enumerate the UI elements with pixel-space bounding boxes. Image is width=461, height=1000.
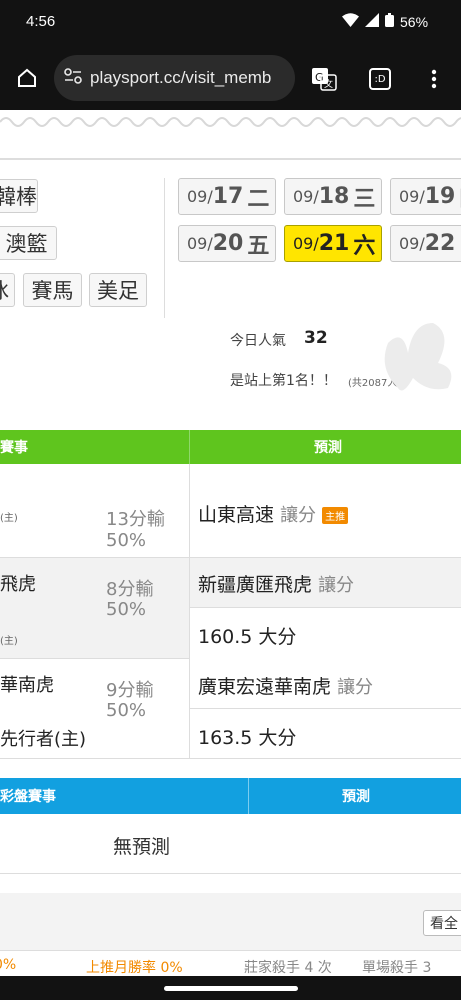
date-0921-selected[interactable]: 09/ 21 六 (284, 225, 382, 262)
navigation-bar (0, 976, 461, 1000)
prediction-type: 讓分 (337, 677, 374, 698)
filter-divider (164, 178, 165, 318)
date-0919[interactable]: 09/ 19 四 (390, 178, 461, 215)
sport-australian-basketball[interactable]: 澳籃 (0, 226, 57, 260)
date-weekday: 三 (353, 186, 376, 212)
sport-korean-baseball[interactable]: 韓棒 (0, 179, 38, 213)
url-field[interactable]: playsport.cc/visit_memb (54, 55, 295, 101)
date-month: 09/ (293, 187, 319, 206)
popularity-label: 今日人氣 (230, 333, 286, 349)
col-prediction: 預測 (342, 789, 370, 805)
prediction-total: 163.5 大分 (198, 727, 297, 749)
odds-percent: 50% (106, 599, 147, 620)
wifi-icon (342, 13, 359, 30)
svg-text:G: G (315, 71, 324, 84)
date-weekday: 二 (247, 186, 270, 212)
site-settings-icon[interactable] (64, 67, 82, 89)
prediction-team: 廣東宏遠華南虎 (198, 676, 332, 698)
date-weekday: 五 (247, 233, 270, 259)
date-day: 18 (318, 184, 350, 209)
battery-icon (385, 13, 394, 30)
view-all-button[interactable]: 看全 (423, 910, 461, 936)
prediction: 山東高速 讓分 主推 (198, 500, 349, 527)
home-icon[interactable] (12, 63, 42, 93)
team-home: (主) (0, 636, 18, 647)
date-0922[interactable]: 09/ 22 日 (390, 225, 461, 262)
prediction: 新疆廣匯飛虎 讓分 (198, 570, 354, 597)
popularity-value: 32 (304, 328, 328, 348)
sport-american-football[interactable]: 美足 (89, 273, 147, 307)
prediction-team: 山東高速 (198, 504, 275, 526)
more-menu-icon[interactable] (422, 64, 446, 94)
stat-single-killer: 單場殺手 3 (362, 960, 432, 976)
status-bar: 4:56 56% (0, 0, 461, 48)
prediction: 廣東宏遠華南虎 讓分 (198, 672, 373, 699)
status-icons: 56% (342, 13, 428, 30)
table-row: (主) 13分輸 50% 山東高速 讓分 主推 (0, 464, 461, 558)
table-row: 華南虎 先行者(主) 9分輸 50% 廣東宏遠華南虎 讓分 163.5 大分 (0, 659, 461, 759)
date-month: 09/ (399, 234, 425, 253)
date-month: 09/ (399, 187, 425, 206)
col-lottery-event: 彩盤賽事 (0, 789, 56, 805)
date-month: 09/ (187, 187, 213, 206)
date-0917[interactable]: 09/ 17 二 (178, 178, 276, 215)
sport-horse-racing[interactable]: 賽馬 (23, 273, 82, 307)
stats-row: 0% 上推月勝率 0% 莊家殺手 4 次 單場殺手 3 (0, 950, 461, 976)
date-day: 20 (212, 231, 244, 256)
battery-percent: 56% (400, 13, 429, 30)
prediction-type: 讓分 (280, 505, 317, 526)
team-home: (主) (0, 513, 18, 524)
table-header: 賽事 預測 (0, 430, 461, 464)
tab-count: :D (369, 68, 391, 90)
main-pick-badge: 主推 (322, 507, 349, 524)
svg-text:文: 文 (324, 78, 333, 90)
col-event: 賽事 (0, 440, 28, 456)
no-prediction-text: 無預測 (113, 836, 171, 858)
home-gesture-handle[interactable] (164, 986, 298, 991)
odds-percent: 50% (106, 700, 147, 721)
signal-icon (365, 13, 379, 30)
url-text: playsport.cc/visit_memb (90, 68, 272, 87)
odds: 9分輸 (106, 680, 154, 701)
date-day: 19 (424, 184, 456, 209)
status-time: 4:56 (26, 13, 56, 30)
sport-ice-hockey[interactable]: 冰 (0, 273, 15, 307)
rank-text: 是站上第1名！！ (230, 373, 337, 389)
date-day: 22 (424, 231, 456, 256)
date-month: 09/ (293, 234, 319, 253)
odds: 13分輸 (106, 509, 165, 530)
stat-bookie-killer: 莊家殺手 4 次 (244, 960, 332, 976)
stat-month-rate: 上推月勝率 0% (86, 960, 183, 976)
table-divider (189, 464, 190, 759)
stat-win-rate: 0% (0, 957, 17, 973)
date-day: 21 (318, 231, 350, 256)
team-away: 飛虎 (0, 574, 36, 595)
date-day: 17 (212, 184, 244, 209)
prediction-type: 讓分 (318, 575, 355, 596)
page-header-strip (0, 110, 461, 160)
tab-switcher-button[interactable]: :D (366, 65, 394, 93)
date-month: 09/ (187, 234, 213, 253)
translate-icon[interactable]: G文 (306, 62, 342, 96)
team-away: 華南虎 (0, 675, 54, 696)
table2-body: 無預測 (0, 814, 461, 874)
odds-percent: 50% (106, 530, 147, 551)
odds: 8分輸 (106, 579, 154, 600)
date-weekday: 六 (353, 233, 376, 259)
team-home: 先行者(主) (0, 729, 87, 750)
prediction-team: 新疆廣匯飛虎 (198, 574, 313, 596)
col-prediction: 預測 (314, 440, 342, 456)
butterfly-watermark-icon (358, 318, 461, 402)
prediction-total: 160.5 大分 (198, 626, 297, 648)
table-row: 飛虎 (主) 8分輸 50% 新疆廣匯飛虎 讓分 160.5 大分 (0, 558, 461, 659)
table2-header: 彩盤賽事 預測 (0, 778, 461, 814)
date-0920[interactable]: 09/ 20 五 (178, 225, 276, 262)
date-0918[interactable]: 09/ 18 三 (284, 178, 382, 215)
